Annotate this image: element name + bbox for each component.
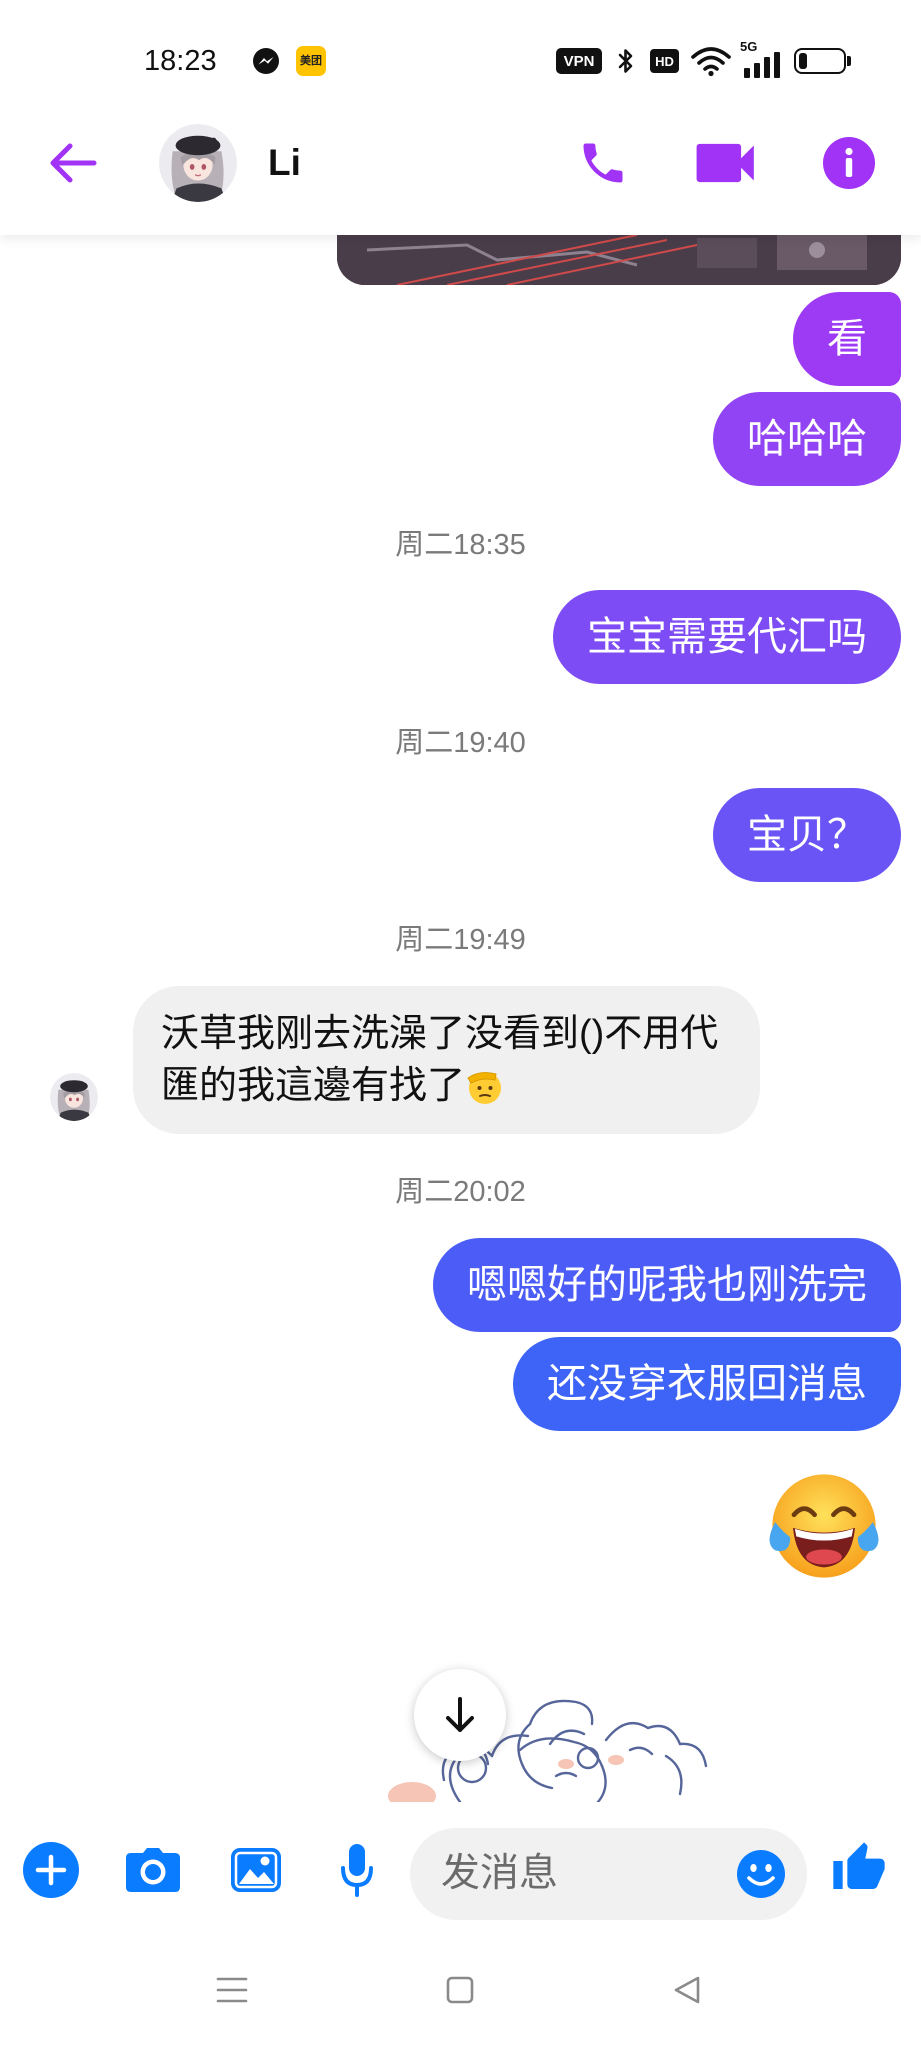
avatar-image	[50, 1073, 98, 1121]
chat-header: 18:23 美团 VPN HD 5G Li	[0, 0, 921, 235]
messenger-chat-screen: 18:23 美团 VPN HD 5G Li 看 哈哈哈 周二18:35 宝宝需要…	[0, 0, 921, 2048]
info-icon	[845, 147, 853, 177]
system-nav-bar	[0, 1946, 921, 2048]
video-call-icon	[696, 143, 754, 183]
avatar-image	[159, 124, 237, 202]
message-timestamp: 周二20:02	[395, 1176, 526, 1208]
voice-call-button[interactable]	[577, 137, 629, 189]
arrow-down-icon	[446, 1697, 474, 1732]
messenger-icon	[253, 48, 279, 74]
meituan-icon: 美团	[296, 46, 326, 76]
message-timestamp: 周二19:40	[395, 727, 526, 759]
info-button[interactable]	[823, 137, 875, 189]
signal-icon: 5G	[740, 40, 784, 80]
sent-message-bubble[interactable]: 宝宝需要代汇吗	[553, 590, 901, 684]
sent-message-bubble[interactable]: 还没穿衣服回消息	[513, 1337, 901, 1431]
message-input-container[interactable]	[410, 1828, 807, 1920]
contact-avatar[interactable]	[159, 124, 237, 202]
message-composer	[0, 1802, 921, 1946]
received-message-bubble[interactable]: 沃草我刚去洗澡了没看到()不用代匯的我這邊有找了	[133, 986, 760, 1134]
emoji-icon[interactable]	[736, 1849, 786, 1899]
scroll-to-bottom-button[interactable]	[414, 1669, 506, 1761]
camera-icon[interactable]	[125, 1847, 181, 1893]
saluting-face-emoji	[467, 1072, 502, 1104]
message-timestamp: 周二18:35	[395, 529, 526, 561]
microphone-icon[interactable]	[340, 1842, 374, 1898]
battery-icon	[794, 48, 846, 74]
sent-message-bubble[interactable]: 看	[793, 292, 901, 386]
back-arrow-icon	[50, 143, 97, 183]
video-call-button[interactable]	[695, 142, 757, 184]
wifi-icon	[691, 47, 731, 77]
thumbs-up-icon[interactable]	[831, 1840, 887, 1896]
status-time: 18:23	[144, 45, 217, 77]
contact-avatar-small[interactable]	[50, 1073, 98, 1121]
battery-tip	[847, 56, 851, 66]
message-input[interactable]	[410, 1828, 761, 1920]
home-icon[interactable]	[445, 1975, 475, 2005]
sent-message-bubble[interactable]: 嗯嗯好的呢我也刚洗完	[433, 1238, 901, 1332]
battery-level	[799, 53, 808, 69]
gallery-icon[interactable]	[230, 1847, 282, 1893]
phone-icon	[583, 143, 623, 183]
back-button[interactable]	[44, 141, 100, 185]
back-icon[interactable]	[672, 1975, 702, 2005]
message-timestamp: 周二19:49	[395, 924, 526, 956]
bluetooth-icon	[618, 49, 633, 73]
recent-apps-icon[interactable]	[215, 1975, 249, 2005]
hd-badge: HD	[650, 49, 679, 73]
sent-message-bubble[interactable]: 宝贝？	[713, 788, 901, 882]
add-icon[interactable]	[23, 1842, 79, 1898]
face-with-tears-of-joy-emoji[interactable]	[762, 1467, 886, 1585]
sent-message-bubble[interactable]: 哈哈哈	[713, 392, 901, 486]
received-message-text: 沃草我刚去洗澡了没看到()不用代匯的我這邊有找了	[161, 1013, 719, 1107]
vpn-badge: VPN	[556, 48, 602, 74]
contact-name[interactable]: Li	[268, 141, 301, 185]
